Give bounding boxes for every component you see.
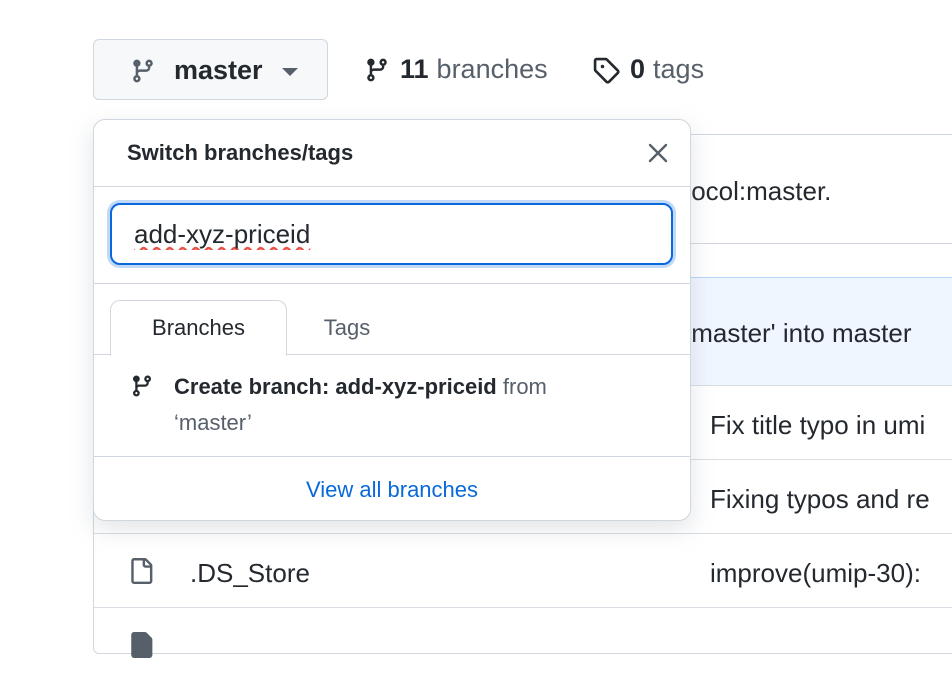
- close-icon[interactable]: [646, 141, 670, 165]
- branches-link[interactable]: 11 branches: [364, 54, 548, 85]
- tags-label: tags: [653, 54, 705, 84]
- table-row[interactable]: .DS_Store improve(umip-30):: [94, 533, 952, 608]
- tab-bar: Branches Tags: [94, 283, 690, 356]
- tab-tags[interactable]: Tags: [302, 301, 392, 354]
- git-branch-icon: [364, 56, 390, 84]
- git-branch-icon: [130, 57, 156, 85]
- tab-branches[interactable]: Branches: [110, 300, 287, 356]
- create-branch-source: ‘master’: [174, 410, 252, 435]
- branch-select-button[interactable]: master: [93, 39, 328, 100]
- branch-filter-input[interactable]: [110, 203, 673, 265]
- tags-count: 0: [630, 54, 646, 84]
- branch-name-label: master: [174, 55, 263, 85]
- create-branch-item[interactable]: Create branch: add-xyz-priceid from ‘mas…: [94, 354, 690, 457]
- view-all-branches-link[interactable]: View all branches: [94, 457, 690, 520]
- caret-down-icon: [281, 67, 299, 77]
- dropdown-title: Switch branches/tags: [127, 140, 354, 165]
- tag-icon: [592, 56, 620, 84]
- filter-section: [94, 186, 690, 284]
- create-branch-text: Create branch: add-xyz-priceid from: [174, 374, 547, 400]
- file-name-link[interactable]: .DS_Store: [190, 558, 310, 589]
- branches-count: 11: [400, 54, 429, 84]
- dropdown-header: Switch branches/tags: [94, 120, 690, 187]
- file-icon: [128, 556, 154, 586]
- git-branch-icon: [130, 372, 154, 400]
- tags-link[interactable]: 0 tags: [592, 54, 704, 85]
- create-branch-from: from: [502, 374, 547, 399]
- branches-label: branches: [436, 54, 548, 84]
- table-row[interactable]: [94, 607, 952, 682]
- latest-commit-message: :master' into master: [684, 318, 912, 348]
- commit-message[interactable]: Fixing typos and re: [710, 484, 930, 515]
- branch-switch-dropdown: Switch branches/tags Branches Tags Creat…: [93, 119, 691, 521]
- file-icon: [128, 630, 154, 660]
- commit-banner-text: tocol:master.: [684, 176, 832, 206]
- commit-message[interactable]: improve(umip-30):: [710, 558, 921, 589]
- create-branch-label: Create branch: add-xyz-priceid: [174, 374, 497, 399]
- commit-message[interactable]: Fix title typo in umi: [710, 410, 925, 441]
